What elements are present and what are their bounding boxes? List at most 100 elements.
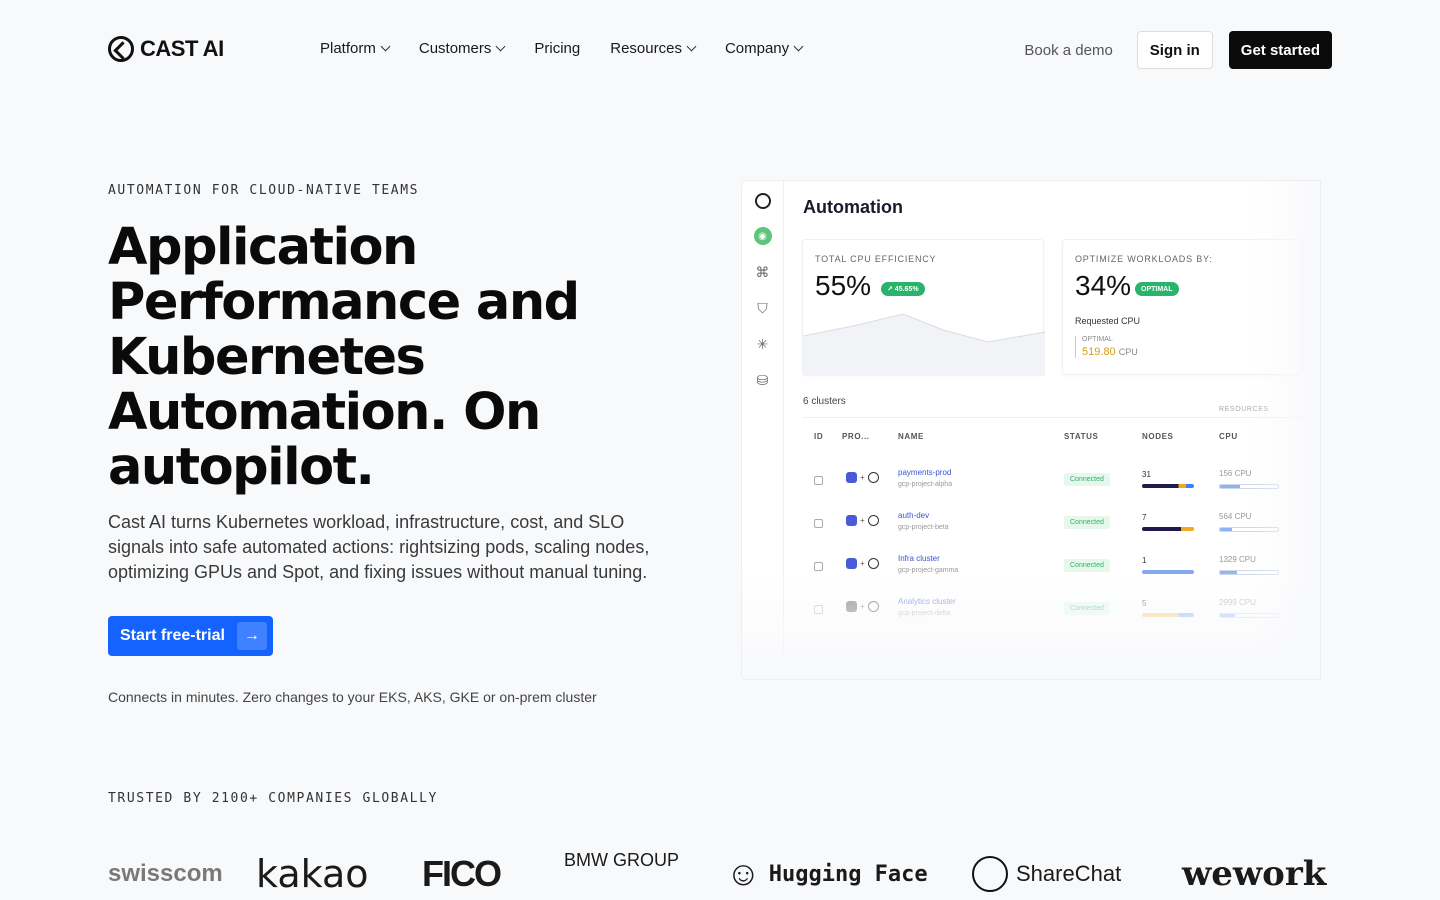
nodes-count: 7 [1142, 513, 1147, 522]
nav-company[interactable]: Company [725, 40, 804, 57]
nav-pricing[interactable]: Pricing [534, 40, 580, 57]
nav-customers[interactable]: Customers [418, 40, 506, 57]
provider-icon [846, 515, 857, 526]
card-label: TOTAL CPU EFFICIENCY [815, 254, 937, 264]
cpu-fill [1220, 571, 1238, 574]
chevron-down-icon [380, 41, 391, 52]
col-nodes[interactable]: NODES [1142, 432, 1173, 441]
cluster-name[interactable]: Infra cluster [898, 554, 940, 563]
table-row[interactable]: + auth-dev gcp-project-beta Connected 7 … [802, 503, 1320, 546]
nodes-count: 1 [1142, 556, 1147, 565]
brand-logo[interactable]: CAST AI [108, 36, 224, 62]
cast-ai-logo-icon [108, 36, 134, 62]
status-badge: Connected [1064, 602, 1110, 615]
nodes-bar [1142, 570, 1194, 574]
status-badge: Connected [1064, 559, 1110, 572]
security-icon[interactable]: ⛉ [754, 299, 772, 317]
cast-ai-logo-icon[interactable] [754, 193, 771, 209]
sharechat-wordmark: ShareChat [1016, 861, 1122, 886]
cast-ai-icon [867, 515, 879, 526]
table-row[interactable]: + Analytics cluster gcp-project-delta Co… [802, 589, 1320, 632]
efficiency-change-badge: ↗ 45.65% [881, 282, 925, 296]
dashboard-title: Automation [803, 197, 903, 217]
cpu-bar [1219, 570, 1279, 575]
copy-icon[interactable] [814, 562, 823, 571]
copy-icon[interactable] [814, 605, 823, 614]
status-badge: Connected [1064, 473, 1110, 486]
table-row[interactable]: + Infra cluster gcp-project-gamma Connec… [802, 546, 1320, 589]
cpu-bar [1219, 484, 1279, 489]
customer-logos: swisscom kakao FICO BMW GROUP ☺ Hugging … [108, 848, 1332, 900]
connects-note: Connects in minutes. Zero changes to you… [108, 689, 597, 705]
fico-logo: FICO [422, 853, 502, 894]
copy-icon[interactable] [814, 519, 823, 528]
cast-ai-icon [867, 472, 879, 483]
col-provider[interactable]: PRO... [842, 432, 870, 441]
nav-label: Customers [418, 40, 492, 57]
sign-in-button[interactable]: Sign in [1136, 31, 1213, 69]
workloads-icon[interactable]: ⌘ [754, 263, 772, 281]
provider-icon [846, 558, 857, 569]
cast-ai-icon [867, 558, 879, 569]
cluster-name[interactable]: auth-dev [898, 511, 929, 520]
copy-icon[interactable] [814, 476, 823, 485]
col-name[interactable]: NAME [898, 432, 924, 441]
book-demo-link[interactable]: Book a demo [1024, 42, 1112, 59]
chevron-down-icon [686, 41, 697, 52]
start-free-trial-button[interactable]: Start free-trial → [108, 616, 273, 656]
cluster-project: gcp-project-gamma [898, 567, 959, 574]
wework-logo: wework [1182, 854, 1327, 894]
cluster-project: gcp-project-delta [898, 610, 951, 617]
cpu-bar [1219, 527, 1279, 532]
cluster-project: gcp-project-alpha [898, 481, 953, 488]
cpu-value: 564 CPU [1219, 512, 1252, 521]
chevron-down-icon [793, 41, 804, 52]
nav-platform[interactable]: Platform [320, 40, 391, 57]
table-row[interactable]: + payments-prod gcp-project-alpha Connec… [802, 460, 1320, 503]
sharechat-logo: ShareChat [972, 848, 1121, 900]
arrow-right-icon: → [236, 622, 267, 650]
dashboard-preview: ◉ ⌘ ⛉ ✳ ⛁ Automation TOTAL CPU EFFICIENC… [741, 180, 1321, 680]
cpu-value: 2999 CPU [1219, 598, 1256, 607]
main-nav: Platform Customers Pricing Resources Com… [320, 40, 804, 57]
col-status[interactable]: STATUS [1064, 432, 1098, 441]
clusters-count: 6 clusters [803, 396, 846, 407]
cpu-efficiency-value: 55% [815, 270, 872, 301]
bmw-group-logo: BMW GROUP [564, 850, 679, 870]
kakao-logo: kakao [256, 852, 369, 896]
cpu-fill [1220, 528, 1232, 531]
spark-icon[interactable]: ✳ [754, 335, 772, 353]
nodes-count: 5 [1142, 599, 1147, 608]
col-cpu[interactable]: CPU [1219, 432, 1238, 441]
hugging-face-logo: ☺ Hugging Face [726, 848, 928, 900]
nav-label: Pricing [534, 40, 581, 57]
provider-icon [846, 601, 857, 612]
database-icon[interactable]: ⛁ [754, 371, 772, 389]
cluster-name[interactable]: Analytics cluster [898, 597, 956, 606]
optimize-value: 34% [1075, 270, 1132, 301]
cta-label: Start free-trial [120, 627, 225, 644]
provider-icons: + [846, 601, 879, 612]
nodes-bar [1142, 484, 1194, 488]
cluster-project: gcp-project-beta [898, 524, 949, 531]
chevron-down-icon [495, 41, 506, 52]
automation-icon[interactable]: ◉ [753, 227, 772, 245]
cpu-bar [1219, 613, 1279, 618]
provider-icons: + [846, 472, 879, 483]
provider-icon [846, 472, 857, 483]
col-id[interactable]: ID [814, 432, 823, 441]
nav-label: Resources [610, 40, 682, 57]
nav-resources[interactable]: Resources [610, 40, 697, 57]
hugging-face-wordmark: Hugging Face [768, 861, 928, 887]
cpu-value: 1329 CPU [1219, 555, 1256, 564]
card-label: OPTIMIZE WORKLOADS BY: [1075, 254, 1213, 264]
cluster-name[interactable]: payments-prod [898, 468, 951, 477]
hugging-face-icon: ☺ [726, 854, 761, 893]
hero-title: Application Performance and Kubernetes A… [108, 218, 580, 497]
optimal-cpu: OPTIMAL 519.80 CPU [1075, 336, 1138, 358]
clusters-table: ID PRO... NAME STATUS NODES CPU + paymen… [802, 417, 1320, 677]
nodes-bar [1142, 527, 1194, 531]
optimal-cpu-value: 519.80 [1082, 346, 1116, 358]
cpu-value: 156 CPU [1219, 469, 1252, 478]
get-started-button[interactable]: Get started [1228, 31, 1332, 69]
